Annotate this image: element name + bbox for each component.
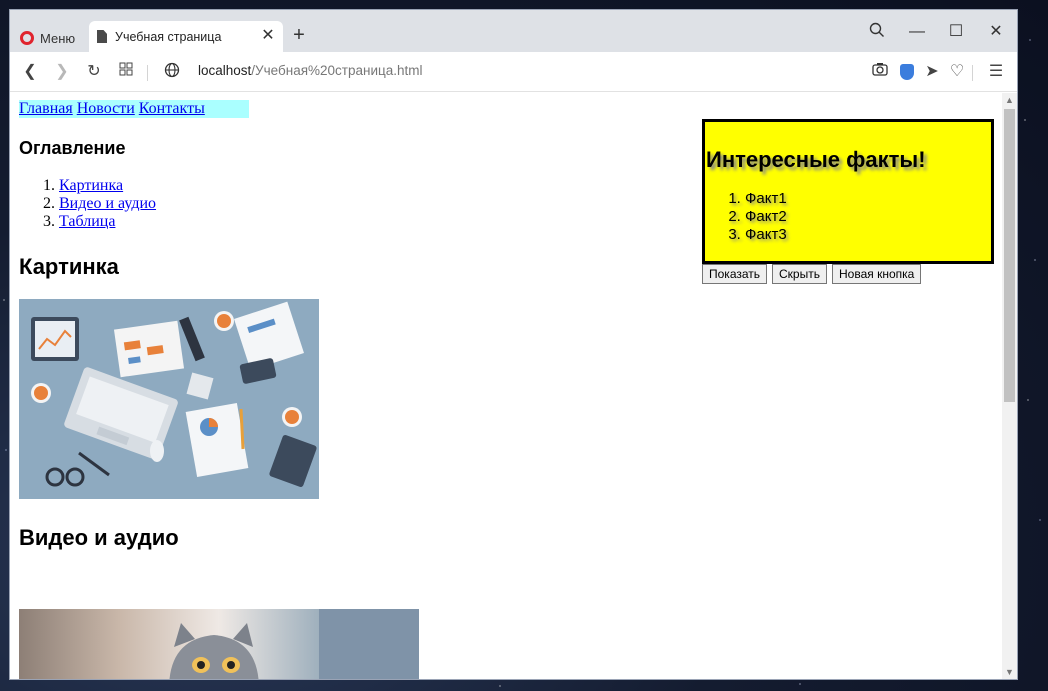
- page-content: Главная Новости Контакты Оглавление Карт…: [10, 93, 1002, 679]
- toolbar-divider: [147, 65, 148, 81]
- globe-icon[interactable]: [162, 62, 182, 82]
- fact-item: Факт3: [745, 226, 787, 244]
- scroll-up-icon[interactable]: ▲: [1002, 93, 1017, 107]
- toc-list: Картинка Видео и аудио Таблица: [59, 177, 156, 231]
- new-button[interactable]: Новая кнопка: [831, 264, 922, 284]
- toc-link-picture[interactable]: Картинка: [59, 177, 123, 194]
- toc-item: Таблица: [59, 213, 156, 231]
- toc-item: Видео и аудио: [59, 195, 156, 213]
- nav-link-contacts[interactable]: Контакты: [139, 100, 205, 117]
- nav-link-news[interactable]: Новости: [77, 100, 135, 117]
- speed-dial-icon[interactable]: [116, 62, 136, 82]
- document-icon: [97, 30, 107, 43]
- toc-heading: Оглавление: [19, 138, 126, 158]
- url-path: /Учебная%20страница.html: [251, 63, 423, 78]
- search-icon[interactable]: [863, 22, 891, 42]
- shield-icon[interactable]: [900, 64, 914, 80]
- video-heading: Видео и аудио: [19, 525, 179, 550]
- close-icon[interactable]: ✕: [982, 22, 1010, 42]
- address-toolbar: ❮ ❯ ↻ localhost/Учебная%20страница.html …: [10, 52, 1017, 92]
- top-nav: Главная Новости Контакты: [19, 100, 249, 118]
- tab-strip: Меню Учебная страница ✕ + — ☐ ✕: [10, 10, 1017, 52]
- toc-link-table[interactable]: Таблица: [59, 213, 115, 230]
- picture-heading: Картинка: [19, 254, 119, 279]
- hide-button[interactable]: Скрыть: [772, 264, 827, 284]
- url-host: localhost: [198, 63, 252, 78]
- button-row: Показать Скрыть Новая кнопка: [702, 264, 922, 284]
- browser-window: Меню Учебная страница ✕ + — ☐ ✕ ❮ ❯ ↻ lo…: [10, 10, 1017, 679]
- send-icon[interactable]: ➤: [922, 62, 942, 82]
- tab-title: Учебная страница: [115, 29, 222, 44]
- facts-list: Факт1 Факт2 Факт3: [745, 190, 787, 244]
- heart-icon[interactable]: ♡: [947, 62, 967, 82]
- video-player[interactable]: [19, 609, 419, 679]
- nav-link-home[interactable]: Главная: [19, 100, 73, 117]
- vertical-scrollbar[interactable]: ▲ ▼: [1002, 93, 1017, 679]
- fact-item: Факт2: [745, 208, 787, 226]
- toc-link-video[interactable]: Видео и аудио: [59, 195, 156, 212]
- camera-icon[interactable]: [870, 62, 890, 82]
- facts-heading: Интересные факты!: [706, 147, 926, 172]
- reload-icon[interactable]: ↻: [84, 62, 104, 82]
- settings-icon[interactable]: ☰: [986, 62, 1006, 82]
- show-button[interactable]: Показать: [702, 264, 768, 284]
- minimize-icon[interactable]: —: [903, 22, 931, 42]
- forward-icon[interactable]: ❯: [52, 62, 72, 82]
- back-icon[interactable]: ❮: [20, 62, 40, 82]
- toolbar-divider-2: [972, 65, 973, 81]
- scrollbar-thumb[interactable]: [1004, 109, 1015, 402]
- new-tab-button[interactable]: +: [289, 25, 309, 45]
- address-field[interactable]: localhost/Учебная%20страница.html: [198, 63, 422, 78]
- facts-box: Интересные факты! Факт1 Факт2 Факт3: [702, 119, 994, 264]
- close-tab-icon[interactable]: ✕: [259, 27, 277, 45]
- tab-active[interactable]: Учебная страница ✕: [89, 21, 283, 52]
- menu-label: Меню: [40, 30, 76, 46]
- opera-menu-button[interactable]: Меню: [20, 28, 75, 48]
- maximize-icon[interactable]: ☐: [942, 22, 970, 42]
- opera-logo-icon: [20, 31, 34, 45]
- toc-item: Картинка: [59, 177, 156, 195]
- workspace-illustration: [19, 299, 319, 499]
- scroll-down-icon[interactable]: ▼: [1002, 665, 1017, 679]
- fact-item: Факт1: [745, 190, 787, 208]
